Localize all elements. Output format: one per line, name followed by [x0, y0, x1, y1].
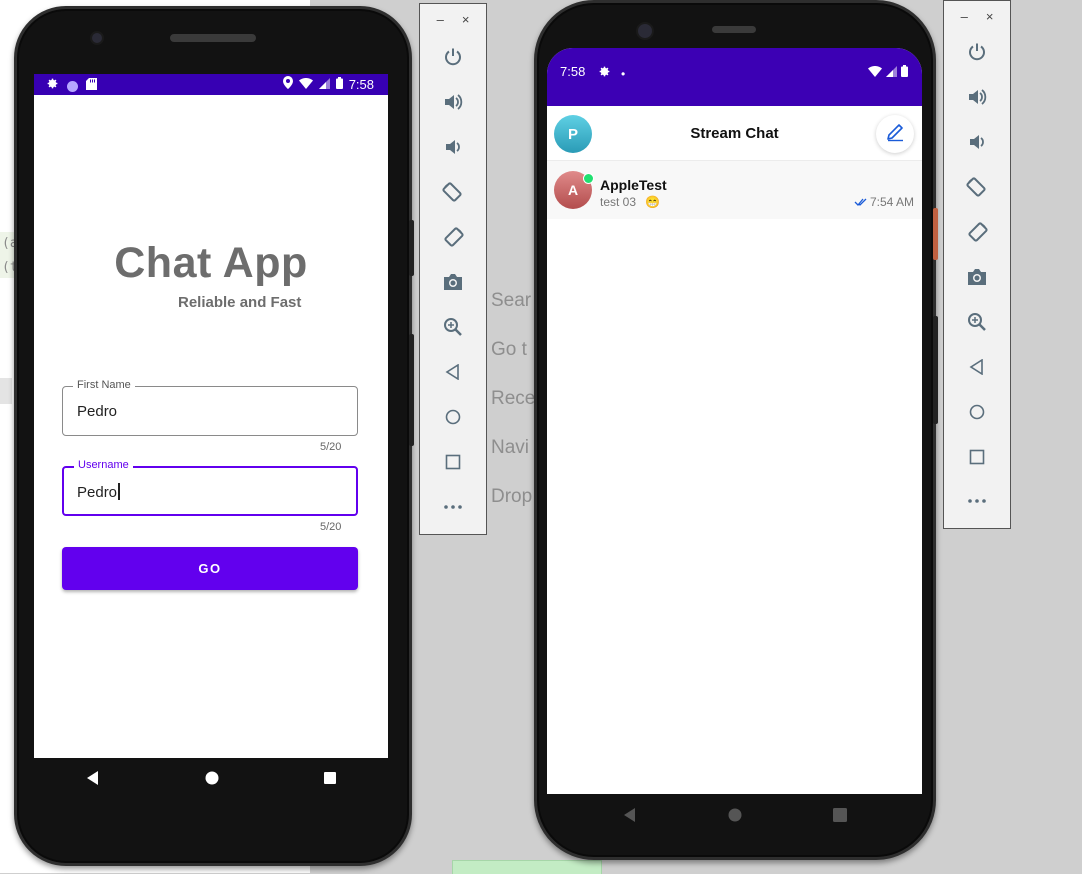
battery-icon [335, 76, 343, 92]
volume-up-icon[interactable] [961, 81, 993, 113]
username-counter: 5/20 [320, 521, 342, 533]
location-icon [282, 76, 293, 92]
phone-speaker [712, 26, 756, 33]
phone-speaker [170, 34, 256, 42]
overview-icon[interactable] [323, 771, 336, 789]
camera-icon[interactable] [961, 261, 993, 293]
phone-side-button [409, 220, 414, 276]
compose-button[interactable] [876, 115, 914, 153]
minimize-button[interactable]: – [961, 9, 968, 24]
camera-icon[interactable] [437, 266, 469, 298]
background-strip [0, 378, 12, 404]
settings-icon [46, 77, 59, 95]
rotate-right-icon[interactable] [961, 216, 993, 248]
background-menu-item: Rece [491, 388, 536, 409]
phone-camera [636, 22, 654, 40]
settings-icon [598, 65, 611, 83]
background-menu-item: Go t [491, 339, 527, 360]
channel-timestamp: 7:54 AM [854, 195, 914, 209]
close-button[interactable]: × [986, 9, 994, 24]
more-icon[interactable] [437, 491, 469, 523]
username-value: Pedro [77, 484, 118, 501]
first-name-label: First Name [73, 379, 135, 391]
emulator-toolbar-left: – × [419, 3, 487, 535]
phone-side-button [409, 334, 414, 446]
username-label: Username [74, 459, 133, 471]
home-icon[interactable] [205, 771, 219, 790]
app-title: Chat App [114, 239, 308, 287]
rotate-left-icon[interactable] [961, 171, 993, 203]
background-tab [452, 860, 602, 874]
app-subtitle: Reliable and Fast [178, 294, 302, 311]
sd-card-icon [86, 77, 97, 95]
read-checkmark-icon [854, 195, 870, 209]
wifi-icon [298, 77, 313, 92]
first-name-value: Pedro [77, 403, 118, 420]
background-menu-item: Sear [491, 290, 532, 311]
text-caret [118, 483, 121, 500]
first-name-counter: 5/20 [320, 441, 342, 453]
zoom-icon[interactable] [437, 311, 469, 343]
channel-list-item[interactable]: A AppleTest test 03 😁 7:54 AM [547, 161, 922, 219]
pencil-icon [885, 122, 905, 147]
home-icon[interactable] [437, 401, 469, 433]
background-menu-item: Navi [491, 437, 530, 458]
power-icon[interactable] [961, 36, 993, 68]
overview-icon[interactable] [832, 807, 847, 827]
overview-icon[interactable] [437, 446, 469, 478]
home-icon[interactable] [728, 808, 742, 827]
home-icon[interactable] [961, 396, 993, 428]
emulator-toolbar-right: – × [943, 0, 1011, 529]
overview-icon[interactable] [961, 441, 993, 473]
rotate-left-icon[interactable] [437, 176, 469, 208]
rotate-right-icon[interactable] [437, 221, 469, 253]
username-field[interactable]: Username Pedro [62, 459, 358, 516]
chat-list-screen: 7:58 • P Stream Chat A AppleTest test 03… [547, 48, 922, 794]
close-button[interactable]: × [462, 12, 470, 27]
back-icon[interactable] [961, 351, 993, 383]
signal-icon [318, 77, 330, 92]
status-bar: 7:58 • [547, 48, 922, 106]
online-indicator [583, 173, 594, 184]
status-bar: 7:58 [34, 74, 388, 95]
channel-name: AppleTest [600, 177, 667, 193]
back-icon[interactable] [86, 770, 100, 790]
more-icon[interactable] [961, 485, 993, 517]
status-time: 7:58 [560, 64, 586, 79]
login-screen: 7:58 Chat App Reliable and Fast First Na… [34, 74, 388, 758]
zoom-icon[interactable] [961, 306, 993, 338]
phone-side-button [933, 208, 938, 260]
phone-camera [90, 31, 104, 45]
battery-icon [901, 64, 908, 82]
volume-up-icon[interactable] [437, 86, 469, 118]
channel-last-message: test 03 😁 [600, 195, 661, 209]
first-name-field[interactable]: First Name Pedro [62, 379, 358, 436]
phone-side-button [933, 316, 938, 424]
wifi-icon [868, 64, 882, 82]
nav-bar [34, 758, 388, 802]
volume-down-icon[interactable] [437, 131, 469, 163]
signal-icon [886, 64, 897, 82]
status-time: 7:58 [348, 76, 374, 92]
back-icon[interactable] [437, 356, 469, 388]
grin-emoji: 😁 [645, 195, 661, 209]
minimize-button[interactable]: – [437, 12, 444, 27]
back-icon[interactable] [623, 807, 637, 827]
background-menu-item: Drop [491, 486, 533, 507]
app-notification-icon [67, 80, 78, 92]
go-button[interactable]: GO [62, 547, 358, 590]
power-icon[interactable] [437, 41, 469, 73]
header-title: Stream Chat [690, 125, 779, 142]
notification-dot: • [621, 67, 626, 81]
nav-bar [547, 794, 922, 840]
volume-down-icon[interactable] [961, 126, 993, 158]
